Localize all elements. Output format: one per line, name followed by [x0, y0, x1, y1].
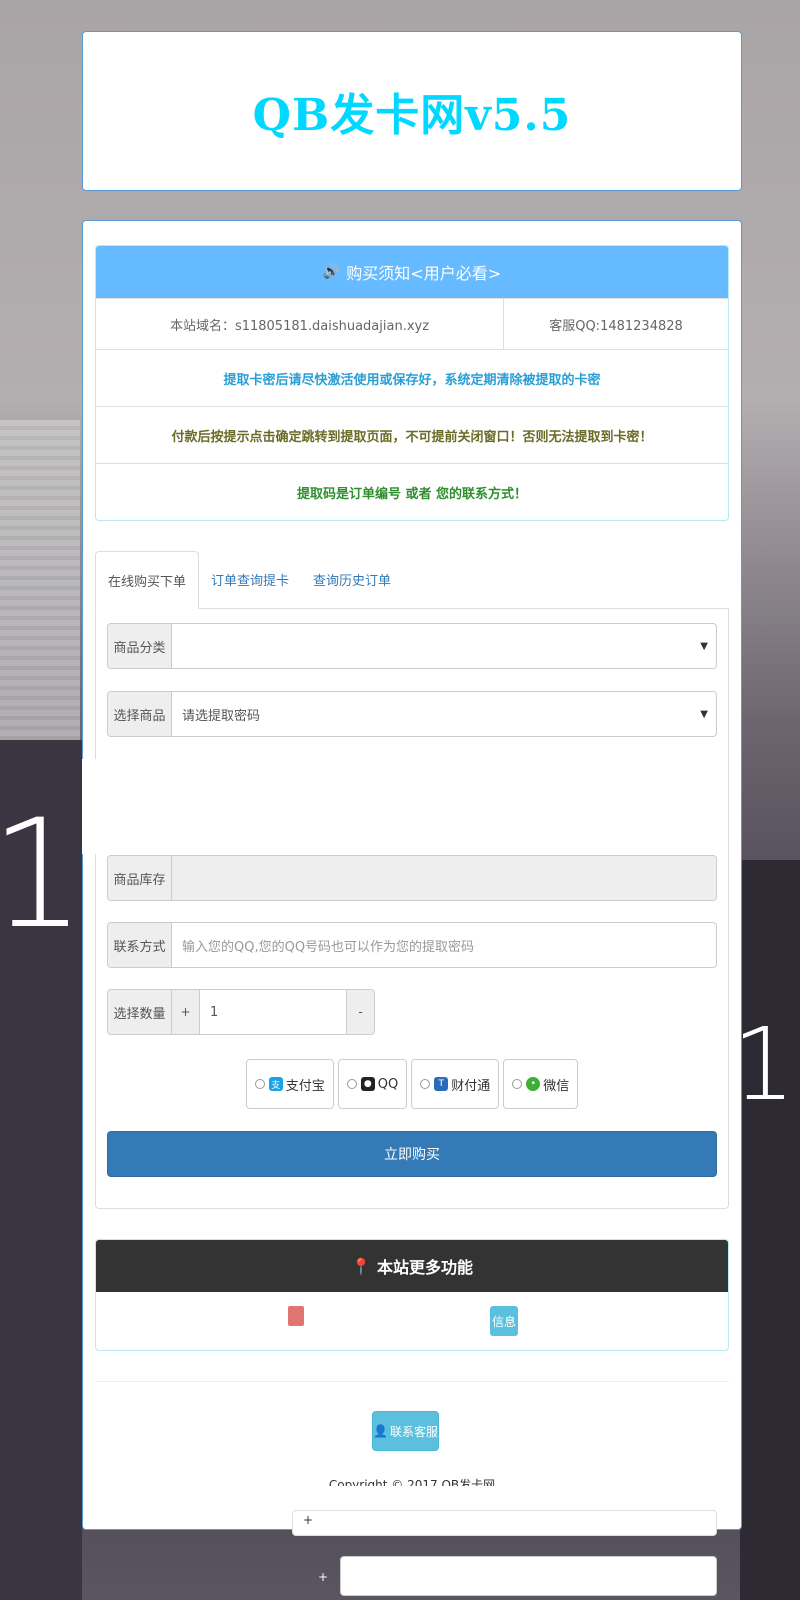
payment-qq[interactable]: ● QQ [337, 1059, 408, 1109]
speaker-icon: 🔊 [322, 264, 341, 280]
tabs: 在线购买下单 订单查询提卡 查询历史订单 [95, 551, 729, 609]
product-label: 选择商品 [108, 692, 172, 736]
product-select[interactable]: 选择商品 请选提取密码 ▼ [107, 691, 717, 737]
product-value[interactable]: 请选提取密码 ▼ [172, 692, 716, 736]
quantity-input[interactable]: 1 [200, 990, 346, 1034]
radio-icon[interactable] [420, 1079, 431, 1089]
background-dark-right [740, 860, 800, 1600]
tab-order-query[interactable]: 订单查询提卡 [199, 551, 301, 608]
purchase-form: 商品分类 ▼ 选择商品 请选提取密码 ▼ 商品库存 联系方式 输入您的QQ,您的… [82, 609, 729, 1209]
ghost-input [292, 1510, 717, 1536]
radio-icon[interactable] [512, 1079, 523, 1089]
tab-buy-online[interactable]: 在线购买下单 [95, 551, 200, 609]
quantity-minus-button[interactable]: - [346, 990, 374, 1034]
user-icon: 👤 [373, 1424, 388, 1438]
stock-value [172, 856, 716, 900]
copyright: Copyright © 2017 QB发卡网 [328, 1478, 496, 1486]
background-blinds [0, 420, 80, 780]
payment-alipay[interactable]: 支 支付宝 [245, 1059, 334, 1109]
category-value[interactable]: ▼ [172, 624, 716, 668]
quantity-plus-button[interactable]: + [172, 990, 200, 1034]
contact-input[interactable]: 输入您的QQ,您的QQ号码也可以作为您的提取密码 [172, 923, 716, 967]
map-pin-icon: 📍 [351, 1256, 371, 1276]
divider [95, 1381, 729, 1382]
payment-label: 微信 [543, 1078, 570, 1094]
product-selected: 请选提取密码 [182, 708, 261, 724]
ghost-plus-2: + [318, 1570, 329, 1584]
payment-label: QQ [377, 1076, 399, 1092]
contact-service-label: 联系客服 [389, 1424, 438, 1439]
payment-label: 财付通 [451, 1078, 491, 1094]
more-features-header: 📍 本站更多功能 [96, 1240, 728, 1292]
stock-field: 商品库存 [107, 855, 717, 901]
tab-order-history[interactable]: 查询历史订单 [301, 551, 403, 608]
service-qq: 客服QQ:1481234828 [549, 318, 683, 334]
ghost-plus: + [303, 1513, 314, 1527]
contact-field[interactable]: 联系方式 输入您的QQ,您的QQ号码也可以作为您的提取密码 [107, 922, 717, 968]
purchase-notice: 🔊 购买须知<用户必看> 本站域名：s11805181.daishuadajia… [95, 245, 729, 521]
alipay-icon: 支 [268, 1077, 283, 1091]
chevron-down-icon: ▼ [700, 640, 708, 652]
chevron-down-icon: ▼ [700, 708, 708, 720]
contact-label: 联系方式 [108, 923, 172, 967]
payment-label: 支付宝 [285, 1078, 325, 1094]
notice-line-1: 提取卡密后请尽快激活使用或保存好，系统定期清除被提取的卡密 [96, 349, 728, 406]
radio-icon[interactable] [254, 1079, 265, 1089]
category-label: 商品分类 [108, 624, 172, 668]
image-glitch [82, 759, 702, 854]
notice-title: 购买须知<用户必看> [346, 264, 502, 283]
notice-info-row: 本站域名：s11805181.daishuadajian.xyz 客服QQ:14… [96, 298, 728, 349]
tenpay-icon: T [434, 1077, 449, 1091]
ghost-select [340, 1556, 717, 1596]
payment-wechat[interactable]: • 微信 [503, 1059, 579, 1109]
quantity-stepper[interactable]: 选择数量 + 1 - [107, 989, 375, 1035]
site-domain: 本站域名：s11805181.daishuadajian.xyz [96, 299, 504, 349]
qq-icon: ● [360, 1077, 375, 1091]
payment-methods: 支 支付宝 ● QQ T 财付通 • 微信 [96, 1059, 728, 1109]
more-features: 📍 本站更多功能 信息 [95, 1239, 729, 1351]
notice-line-3: 提取码是订单编号 或者 您的联系方式！ [96, 463, 728, 520]
quantity-label: 选择数量 [108, 990, 172, 1034]
category-select[interactable]: 商品分类 ▼ [107, 623, 717, 669]
payment-tenpay[interactable]: T 财付通 [411, 1059, 500, 1109]
more-features-body: 信息 [96, 1292, 728, 1350]
buy-now-button[interactable]: 立即购买 [107, 1131, 717, 1177]
site-title: QB发卡网v5.5 [252, 90, 572, 141]
notice-line-2: 付款后按提示点击确定跳转到提取页面，不可提前关闭窗口！否则无法提取到卡密！ [96, 406, 728, 463]
notice-header: 🔊 购买须知<用户必看> [96, 246, 728, 298]
radio-icon[interactable] [346, 1079, 357, 1089]
header-panel: QB发卡网v5.5 [82, 31, 742, 191]
stock-label: 商品库存 [108, 856, 172, 900]
wechat-icon: • [526, 1077, 541, 1091]
contact-service-button[interactable]: 👤 联系客服 [372, 1411, 439, 1451]
main-panel: 🔊 购买须知<用户必看> 本站域名：s11805181.daishuadajia… [82, 220, 742, 1530]
more-features-title: 本站更多功能 [376, 1258, 473, 1277]
feature-icon[interactable] [288, 1306, 304, 1326]
info-button[interactable]: 信息 [490, 1306, 518, 1336]
